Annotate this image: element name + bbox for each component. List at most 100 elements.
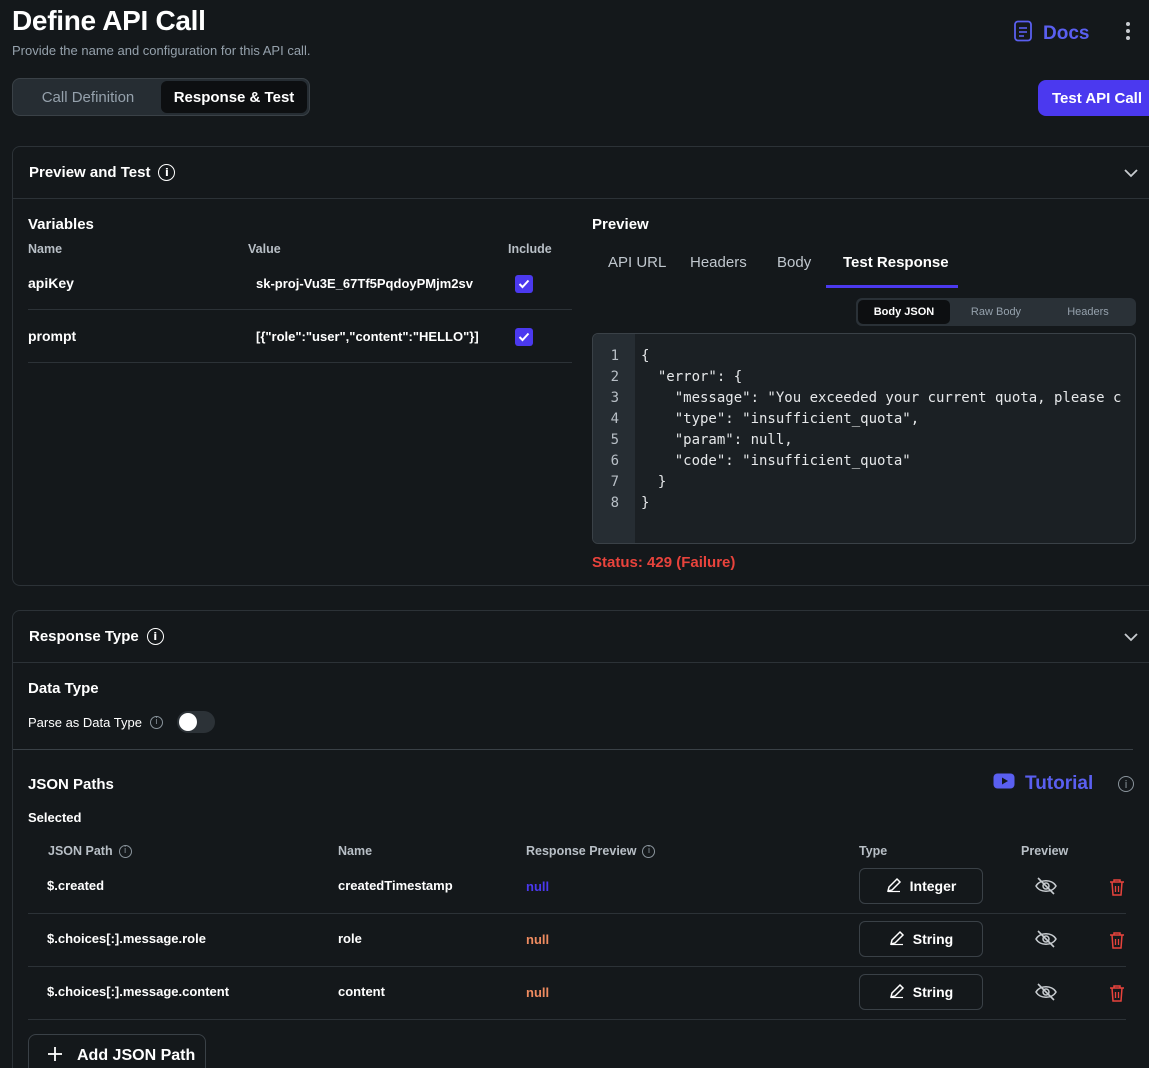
line-number: 3	[610, 390, 619, 406]
row-divider	[28, 1019, 1126, 1020]
variable-value[interactable]: sk-proj-Vu3E_67Tf5PqdoyPMjm2sv	[256, 276, 473, 291]
info-icon[interactable]: i	[146, 628, 164, 645]
json-code-viewer[interactable]: 1 2 3 4 5 6 7 8 { "error": { "message": …	[592, 333, 1136, 544]
tab-call-definition[interactable]: Call Definition	[15, 81, 161, 113]
trash-icon[interactable]	[1109, 878, 1125, 901]
json-path-name: role	[338, 931, 362, 946]
line-number: 7	[610, 474, 619, 490]
response-subtabs: Body JSON Raw Body Headers	[856, 298, 1136, 326]
preview-title: Preview	[592, 216, 649, 233]
code-line: "type": "insufficient_quota",	[641, 411, 920, 427]
variable-name: prompt	[28, 328, 77, 344]
variables-title: Variables	[28, 216, 94, 233]
docs-link[interactable]: Docs	[1013, 20, 1089, 48]
variable-name: apiKey	[28, 275, 74, 291]
add-json-path-label: Add JSON Path	[77, 1047, 196, 1064]
column-type: Type	[859, 844, 888, 858]
type-label: String	[912, 931, 954, 947]
response-status: Status: 429 (Failure)	[592, 554, 736, 571]
document-icon	[1013, 20, 1033, 48]
column-name: Name	[338, 844, 373, 858]
json-path-name: createdTimestamp	[338, 878, 453, 893]
info-icon[interactable]: i	[149, 715, 163, 729]
trash-icon[interactable]	[1109, 984, 1125, 1007]
subtab-raw-body[interactable]: Raw Body	[950, 300, 1042, 324]
column-value: Value	[248, 242, 281, 256]
pencil-icon	[889, 930, 905, 949]
json-path: $.choices[:].message.content	[47, 984, 230, 999]
code-line: }	[641, 495, 650, 511]
parse-toggle[interactable]	[176, 711, 215, 733]
check-icon	[518, 332, 530, 342]
line-number: 2	[610, 369, 619, 385]
page-subtitle: Provide the name and configuration for t…	[12, 43, 311, 58]
type-select-button[interactable]: String	[859, 974, 983, 1010]
check-icon	[518, 279, 530, 289]
line-number: 5	[610, 432, 619, 448]
json-paths-title: JSON Paths	[28, 776, 114, 793]
column-name: Name	[28, 242, 63, 256]
info-icon[interactable]: i	[642, 844, 656, 858]
eye-off-icon[interactable]	[1035, 877, 1057, 900]
tab-test-response[interactable]: Test Response	[843, 254, 949, 271]
row-divider	[28, 913, 1126, 914]
pencil-icon	[886, 877, 902, 896]
type-select-button[interactable]: Integer	[859, 868, 983, 904]
eye-off-icon[interactable]	[1035, 930, 1057, 953]
chevron-down-icon[interactable]	[1123, 165, 1139, 182]
eye-off-icon[interactable]	[1035, 983, 1057, 1006]
section-divider	[13, 749, 1133, 750]
youtube-icon	[993, 773, 1015, 795]
tab-headers[interactable]: Headers	[690, 254, 747, 271]
code-line: "param": null,	[641, 432, 793, 448]
more-options-icon[interactable]	[1118, 20, 1138, 42]
subtab-body-json[interactable]: Body JSON	[858, 300, 950, 324]
docs-label: Docs	[1043, 23, 1090, 44]
column-json-path: JSON Path i	[48, 844, 132, 858]
include-checkbox[interactable]	[515, 275, 533, 293]
code-line: {	[641, 348, 650, 364]
active-tab-indicator	[826, 285, 958, 288]
subtab-headers[interactable]: Headers	[1042, 300, 1134, 324]
response-preview-value: null	[526, 985, 550, 1000]
test-api-call-button[interactable]: Test API Call	[1038, 80, 1149, 116]
tab-body[interactable]: Body	[777, 254, 811, 271]
pencil-icon	[889, 983, 905, 1002]
json-path-name: content	[338, 984, 385, 999]
trash-icon[interactable]	[1109, 931, 1125, 954]
tutorial-link[interactable]: Tutorial	[993, 773, 1093, 795]
column-response-preview: Response Preview i	[526, 844, 656, 858]
type-label: String	[912, 984, 954, 1000]
code-line: }	[641, 474, 667, 490]
selected-label: Selected	[28, 810, 82, 825]
add-json-path-button[interactable]: Add JSON Path	[28, 1034, 206, 1068]
column-label: JSON Path	[48, 844, 113, 858]
data-type-title: Data Type	[28, 680, 99, 697]
tab-api-url[interactable]: API URL	[608, 254, 666, 271]
include-checkbox[interactable]	[515, 328, 533, 346]
section-title: Response Type	[29, 628, 139, 645]
json-path: $.choices[:].message.role	[47, 931, 206, 946]
line-number: 1	[610, 348, 619, 364]
page-title: Define API Call	[12, 5, 206, 36]
info-icon[interactable]: i	[1118, 776, 1134, 792]
row-divider	[28, 309, 572, 310]
line-number: 6	[610, 453, 619, 469]
code-line: "error": {	[641, 369, 743, 385]
row-divider	[28, 362, 572, 363]
response-type-header[interactable]: Response Type i	[13, 611, 1149, 663]
info-icon[interactable]: i	[118, 844, 132, 858]
variable-value[interactable]: [{"role":"user","content":"HELLO"}]	[256, 329, 479, 344]
parse-label: Parse as Data Type	[28, 714, 142, 730]
column-preview: Preview	[1021, 844, 1069, 858]
chevron-down-icon[interactable]	[1123, 629, 1139, 646]
row-divider	[28, 966, 1126, 967]
preview-and-test-header[interactable]: Preview and Test i	[13, 147, 1149, 199]
type-select-button[interactable]: String	[859, 921, 983, 957]
response-preview-value: null	[526, 879, 550, 894]
info-icon[interactable]: i	[158, 164, 176, 181]
column-label: Response Preview	[526, 844, 637, 858]
column-include: Include	[508, 242, 552, 256]
tab-response-test[interactable]: Response & Test	[161, 81, 307, 113]
code-line: "code": "insufficient_quota"	[641, 453, 911, 469]
